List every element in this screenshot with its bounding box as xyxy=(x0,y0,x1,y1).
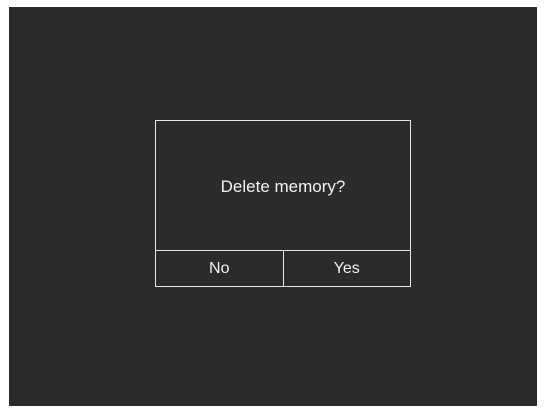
dialog-button-row: No Yes xyxy=(156,250,410,286)
no-button[interactable]: No xyxy=(156,251,284,286)
dialog-message: Delete memory? xyxy=(220,176,346,196)
yes-button[interactable]: Yes xyxy=(284,251,411,286)
device-screen: Delete memory? No Yes xyxy=(9,7,537,406)
delete-memory-dialog: Delete memory? No Yes xyxy=(155,120,411,287)
